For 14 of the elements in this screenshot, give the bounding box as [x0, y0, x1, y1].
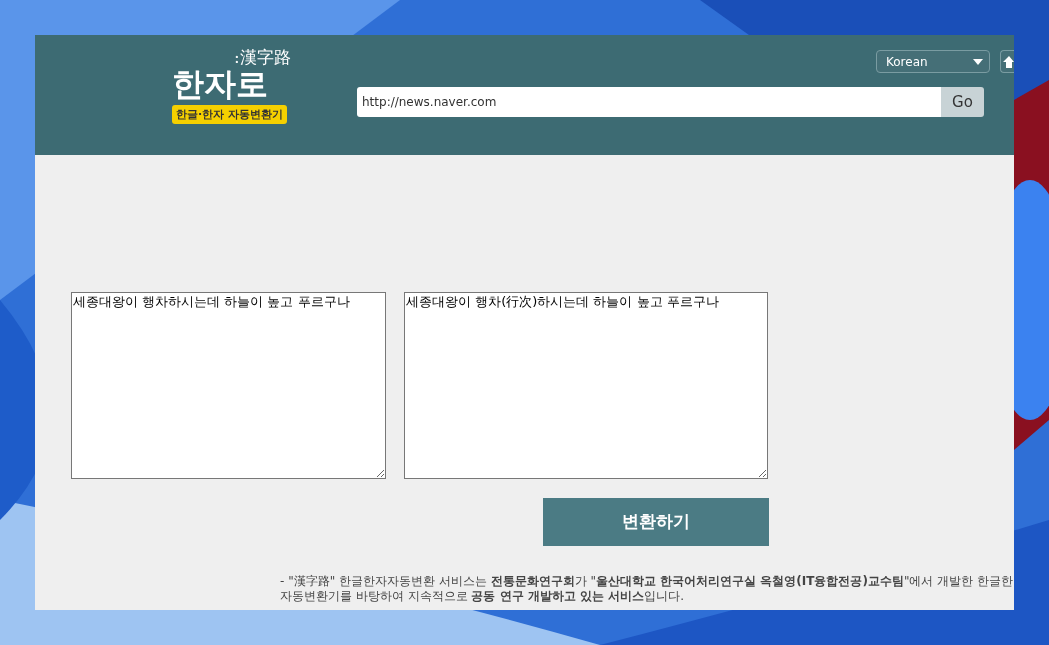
- service-note: - "漢字路" 한글한자자동변환 서비스는 전통문화연구회가 "울산대학교 한국어처리연구실 옥철영(IT융합전공)교수팀"에서 개발한 한글한: [280, 574, 1014, 589]
- logo-title: 한자로: [172, 67, 268, 101]
- url-field[interactable]: http://news.naver.com: [357, 87, 941, 117]
- service-note: 자동변환기를 바탕하여 지속적으로 공동 연구 개발하고 있는 서비스입니다.: [280, 589, 684, 604]
- logo-hanja: :漢字路: [234, 47, 291, 67]
- home-icon: [1003, 55, 1014, 68]
- home-button[interactable]: [1000, 50, 1014, 73]
- language-select[interactable]: Korean: [876, 50, 990, 73]
- logo-badge: 한글·한자 자동변환기: [172, 105, 287, 124]
- input-textarea[interactable]: 세종대왕이 행차하시는데 하늘이 높고 푸르구나: [71, 292, 386, 479]
- convert-button[interactable]: 변환하기: [543, 498, 769, 546]
- output-textarea[interactable]: 세종대왕이 행차(行次)하시는데 하늘이 높고 푸르구나: [404, 292, 768, 479]
- go-button[interactable]: Go: [941, 87, 984, 117]
- caret-icon: [972, 57, 984, 66]
